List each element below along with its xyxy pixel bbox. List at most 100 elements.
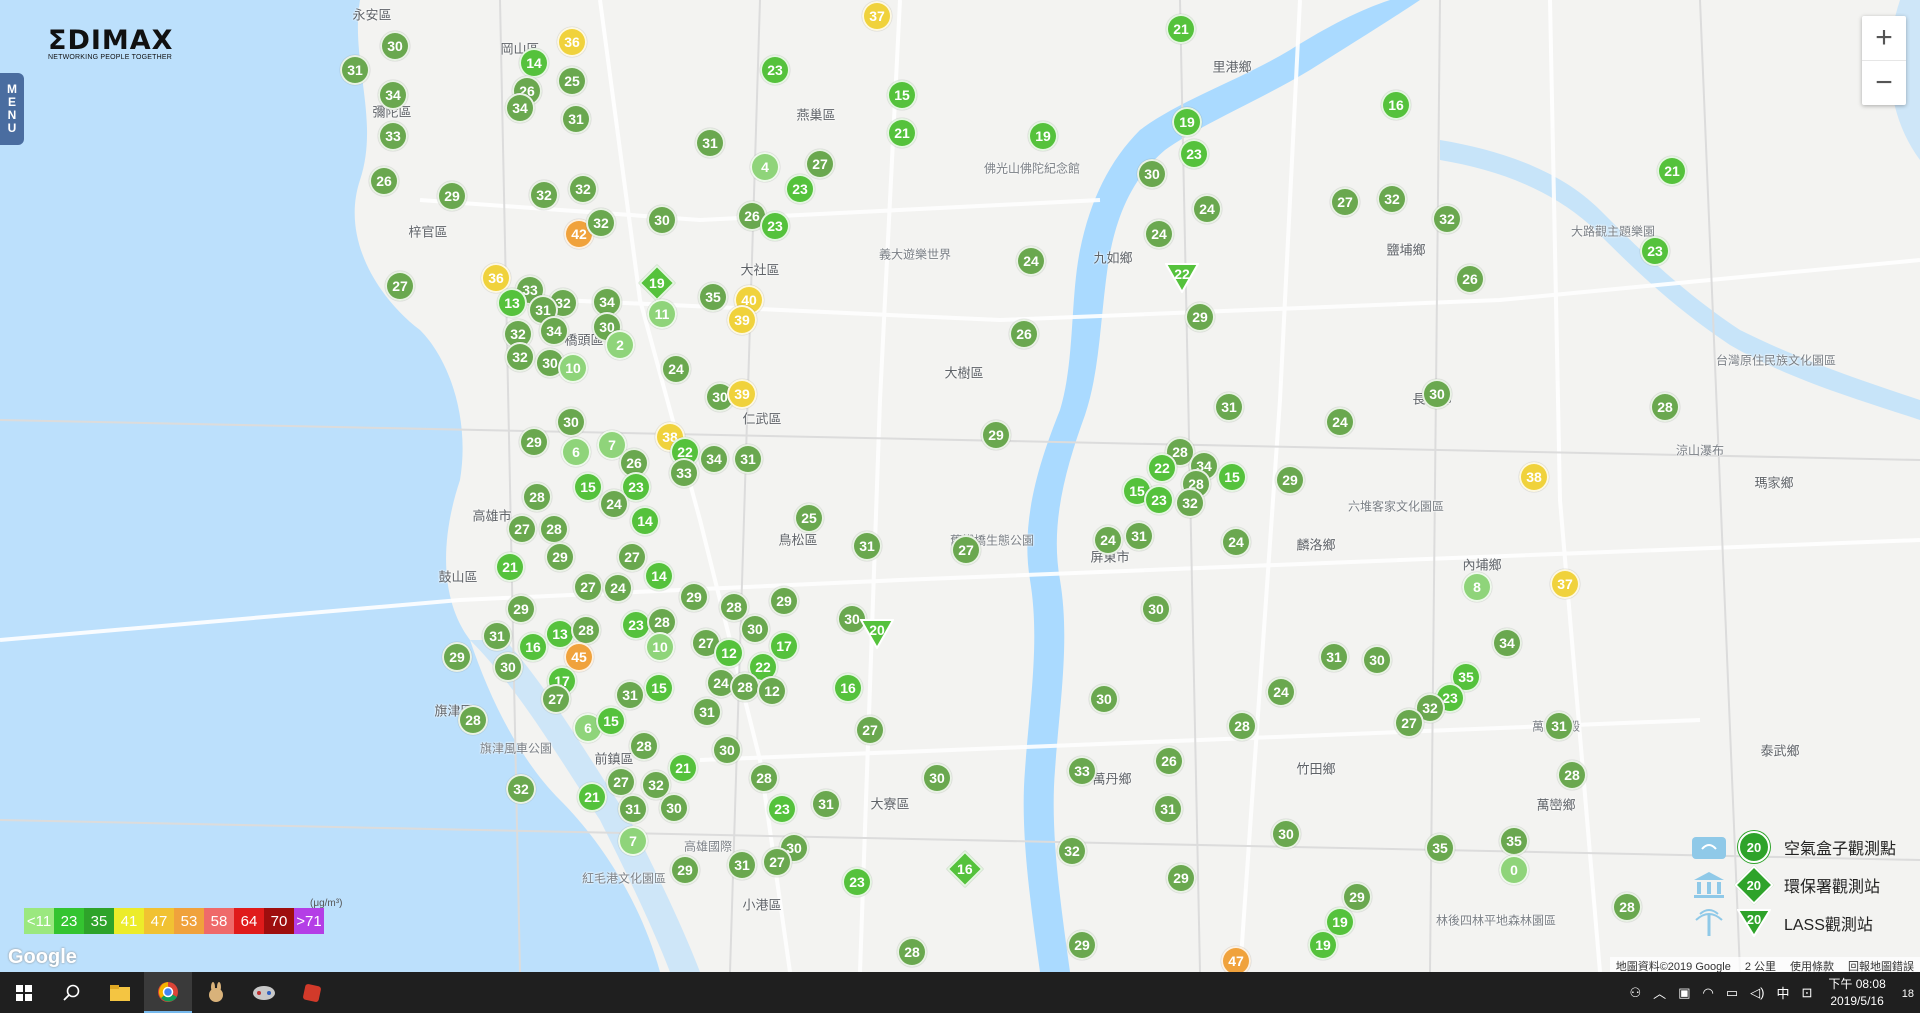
ime-indicator[interactable]: 中 [1770, 983, 1795, 1002]
airbox-marker[interactable]: 21 [495, 552, 525, 582]
airbox-marker[interactable]: 26 [1154, 746, 1184, 776]
zoom-control[interactable]: + − [1862, 16, 1906, 105]
airbox-marker[interactable]: 23 [760, 55, 790, 85]
airbox-marker[interactable]: 32 [586, 208, 616, 238]
airbox-marker[interactable]: 31 [692, 697, 722, 727]
airbox-marker[interactable]: 29 [1185, 302, 1215, 332]
airbox-marker[interactable]: 31 [1214, 392, 1244, 422]
airbox-marker[interactable]: 31 [695, 128, 725, 158]
battery-icon[interactable]: ▭ [1720, 985, 1744, 1001]
airbox-marker[interactable]: 36 [557, 27, 587, 57]
airbox-marker[interactable]: 31 [811, 789, 841, 819]
key-epa[interactable]: 20 環保署觀測站 [1686, 865, 1896, 905]
airbox-marker[interactable]: 32 [1057, 836, 1087, 866]
airbox-marker[interactable]: 16 [1381, 90, 1411, 120]
airbox-marker[interactable]: 34 [539, 316, 569, 346]
airbox-marker[interactable]: 30 [380, 31, 410, 61]
airbox-marker[interactable]: 31 [1544, 711, 1574, 741]
airbox-marker[interactable]: 23 [1144, 485, 1174, 515]
app-game-icon[interactable] [240, 972, 288, 1013]
airbox-marker[interactable]: 21 [668, 753, 698, 783]
airbox-marker[interactable]: 27 [762, 847, 792, 877]
clock[interactable]: 下午 08:08 2019/5/16 [1818, 976, 1895, 1010]
airbox-marker[interactable]: 30 [1137, 159, 1167, 189]
airbox-marker[interactable]: 24 [661, 354, 691, 384]
lass-station-marker[interactable]: 20 [860, 619, 894, 649]
airbox-marker[interactable]: 32 [1432, 204, 1462, 234]
airbox-marker[interactable]: 30 [712, 735, 742, 765]
chevron-up-icon[interactable]: ︿ [1647, 983, 1672, 1002]
airbox-marker[interactable]: 21 [1657, 156, 1687, 186]
airbox-marker[interactable]: 27 [617, 542, 647, 572]
airbox-marker[interactable]: 28 [1227, 711, 1257, 741]
airbox-marker[interactable]: 28 [629, 731, 659, 761]
airbox-marker[interactable]: 19 [1308, 930, 1338, 960]
airbox-marker[interactable]: 14 [519, 48, 549, 78]
airbox-marker[interactable]: 31 [1124, 521, 1154, 551]
airbox-marker[interactable]: 6 [561, 437, 591, 467]
app-red-icon[interactable] [288, 972, 336, 1013]
airbox-marker[interactable]: 27 [507, 514, 537, 544]
airbox-marker[interactable]: 28 [571, 615, 601, 645]
airbox-marker[interactable]: 32 [568, 174, 598, 204]
airbox-marker[interactable]: 24 [1221, 527, 1251, 557]
airbox-marker[interactable]: 32 [1175, 488, 1205, 518]
airbox-marker[interactable]: 27 [385, 271, 415, 301]
airbox-marker[interactable]: 33 [378, 121, 408, 151]
airbox-marker[interactable]: 26 [369, 166, 399, 196]
airbox-marker[interactable]: 24 [603, 573, 633, 603]
file-explorer-icon[interactable] [96, 972, 144, 1013]
airbox-marker[interactable]: 24 [1093, 525, 1123, 555]
airbox-marker[interactable]: 30 [556, 407, 586, 437]
network-icon[interactable]: ◠ [1696, 985, 1719, 1001]
airbox-marker[interactable]: 27 [855, 715, 885, 745]
airbox-marker[interactable]: 34 [378, 80, 408, 110]
airbox-marker[interactable]: 15 [887, 80, 917, 110]
app-rabbit-icon[interactable] [192, 972, 240, 1013]
airbox-marker[interactable]: 29 [769, 586, 799, 616]
airbox-marker[interactable]: 29 [506, 594, 536, 624]
airbox-marker[interactable]: 11 [647, 299, 677, 329]
search-icon[interactable] [48, 972, 96, 1013]
airbox-marker[interactable]: 32 [529, 180, 559, 210]
airbox-marker[interactable]: 24 [1325, 407, 1355, 437]
airbox-marker[interactable]: 29 [545, 542, 575, 572]
airbox-marker[interactable]: 29 [1067, 930, 1097, 960]
airbox-marker[interactable]: 39 [727, 305, 757, 335]
airbox-marker[interactable]: 35 [1425, 833, 1455, 863]
zoom-in-button[interactable]: + [1862, 16, 1906, 60]
airbox-marker[interactable]: 30 [1362, 645, 1392, 675]
security-icon[interactable]: ▣ [1672, 985, 1696, 1001]
airbox-marker[interactable]: 15 [644, 673, 674, 703]
airbox-marker[interactable]: 28 [539, 514, 569, 544]
airbox-marker[interactable]: 39 [727, 379, 757, 409]
airbox-marker[interactable]: 28 [1557, 760, 1587, 790]
airbox-marker[interactable]: 22 [1147, 453, 1177, 483]
zoom-out-button[interactable]: − [1862, 61, 1906, 105]
airbox-marker[interactable]: 30 [659, 793, 689, 823]
airbox-marker[interactable]: 13 [497, 288, 527, 318]
airbox-marker[interactable]: 24 [1266, 677, 1296, 707]
airbox-marker[interactable]: 28 [730, 672, 760, 702]
airbox-marker[interactable]: 12 [714, 638, 744, 668]
airbox-marker[interactable]: 31 [340, 55, 370, 85]
airbox-marker[interactable]: 23 [842, 867, 872, 897]
airbox-marker[interactable]: 38 [1519, 462, 1549, 492]
airbox-marker[interactable]: 25 [557, 66, 587, 96]
airbox-marker[interactable]: 24 [1016, 246, 1046, 276]
airbox-marker[interactable]: 27 [1330, 187, 1360, 217]
airbox-marker[interactable]: 32 [505, 342, 535, 372]
airbox-marker[interactable]: 4 [750, 152, 780, 182]
airbox-marker[interactable]: 35 [698, 282, 728, 312]
airbox-marker[interactable]: 28 [749, 763, 779, 793]
airbox-marker[interactable]: 37 [862, 1, 892, 31]
airbox-marker[interactable]: 31 [618, 794, 648, 824]
airbox-marker[interactable]: 29 [679, 582, 709, 612]
airbox-marker[interactable]: 27 [805, 149, 835, 179]
airbox-marker[interactable]: 31 [615, 680, 645, 710]
airbox-marker[interactable]: 29 [981, 420, 1011, 450]
airbox-marker[interactable]: 29 [442, 642, 472, 672]
airbox-marker[interactable]: 30 [1271, 819, 1301, 849]
airbox-marker[interactable]: 19 [1028, 121, 1058, 151]
airbox-marker[interactable]: 8 [1462, 572, 1492, 602]
